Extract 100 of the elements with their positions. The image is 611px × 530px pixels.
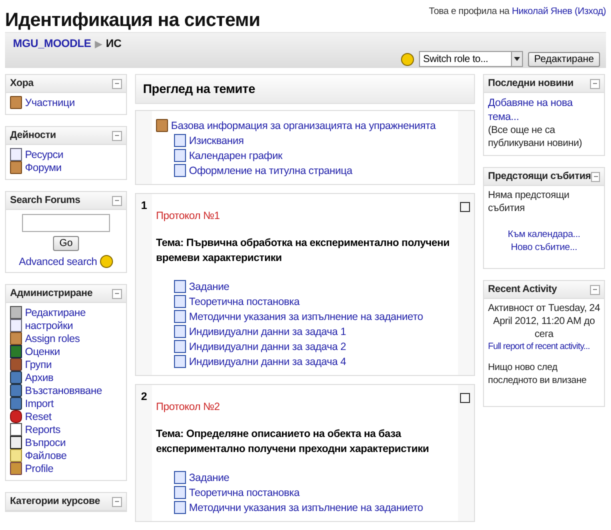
document-icon: [174, 501, 186, 514]
resource-link[interactable]: Оформление на титулна страница: [189, 164, 352, 176]
help-icon[interactable]: [401, 52, 414, 66]
advanced-search-link[interactable]: Advanced search: [18, 256, 98, 268]
sidebar-link[interactable]: Редактиране: [25, 306, 86, 318]
collapse-icon[interactable]: [112, 78, 122, 88]
resource-link[interactable]: Методични указания за изпълнение на заданието: [189, 502, 423, 514]
go-button[interactable]: Go: [53, 236, 79, 251]
event-link[interactable]: Към календара...: [488, 229, 600, 240]
block-title: Search Forums: [10, 195, 80, 206]
resource-link[interactable]: Календарен график: [189, 150, 282, 162]
sidebar-link[interactable]: Import: [25, 398, 54, 410]
resource-link[interactable]: Индивидуални данни за задача 2: [189, 340, 346, 352]
topic-description: Тема: Определяне описанието на обекта на база експериментално получени преходни характеристики: [156, 427, 430, 457]
topic-number: 2: [140, 390, 148, 405]
block-title: Дейности: [10, 130, 56, 141]
document-icon: [174, 355, 186, 368]
block-title: Категории курсове: [10, 496, 100, 507]
login-info: Това е профила на: [428, 6, 510, 17]
breadcrumb-current: ИС: [106, 38, 122, 50]
document-icon: [174, 310, 186, 323]
item-icon: [10, 462, 22, 475]
breadcrumb-separator: ▶: [95, 39, 102, 49]
document-icon: [174, 280, 186, 293]
activity-note: Нищо ново след последното ви влизане: [488, 361, 588, 387]
item-icon: [10, 161, 22, 174]
edit-button[interactable]: Редактиране: [528, 52, 600, 66]
collapse-icon[interactable]: [590, 284, 600, 294]
news-note: (Все още не са публикувани новини): [488, 124, 583, 150]
resource-link[interactable]: Задание: [189, 280, 230, 292]
collapse-icon[interactable]: [112, 288, 122, 298]
arrow-icon: [10, 410, 22, 423]
role-select[interactable]: Switch role to...: [419, 51, 524, 67]
folder-icon: [10, 449, 22, 462]
item-icon: [10, 148, 22, 161]
item-icon: [10, 319, 22, 332]
sidebar-link[interactable]: Ресурси: [25, 148, 64, 160]
add-topic-link[interactable]: Добавяне на нова тема...: [488, 96, 600, 124]
block-title: Последни новини: [488, 78, 574, 89]
block-title: Предстоящи събития: [488, 171, 591, 182]
item-icon: [10, 306, 22, 319]
chart-icon: [10, 423, 22, 436]
document-icon: [174, 134, 186, 147]
help-icon[interactable]: [100, 255, 114, 268]
block-title: Recent Activity: [488, 284, 557, 295]
item-icon: [10, 358, 22, 371]
sidebar-link[interactable]: Assign roles: [25, 332, 80, 344]
sidebar-link[interactable]: Групи: [25, 358, 52, 370]
collapse-icon[interactable]: [112, 196, 122, 206]
item-icon: [10, 371, 22, 384]
resource-link[interactable]: Теоретична постановка: [189, 486, 300, 498]
sidebar-link[interactable]: Форуми: [25, 162, 62, 174]
sidebar-link[interactable]: Файлове: [25, 450, 67, 462]
sidebar-link[interactable]: Възстановяване: [25, 384, 102, 396]
collapse-icon[interactable]: [590, 172, 600, 182]
collapse-icon[interactable]: [590, 78, 600, 88]
resource-link[interactable]: Индивидуални данни за задача 4: [189, 356, 346, 368]
collapse-icon[interactable]: [112, 130, 122, 140]
document-icon: [174, 164, 186, 177]
topic-number: 1: [140, 199, 148, 214]
sidebar-link[interactable]: Архив: [25, 372, 54, 384]
sidebar-link[interactable]: Profile: [25, 462, 54, 474]
block-title: Администриране: [10, 288, 92, 299]
event-link[interactable]: Ново събитие...: [488, 242, 600, 253]
section-heading: Преглед на темите: [135, 74, 475, 104]
block-title: Хора: [10, 78, 34, 89]
sidebar-link[interactable]: настройки: [25, 320, 73, 332]
resource-link[interactable]: Индивидуални данни за задача 1: [189, 326, 346, 338]
full-report-link[interactable]: Full report of recent activity...: [488, 341, 600, 351]
logout-link[interactable]: (Изход): [574, 6, 606, 17]
sidebar-link[interactable]: Reports: [25, 424, 60, 436]
dropdown-caret-icon[interactable]: [511, 52, 522, 66]
collapse-icon[interactable]: [112, 496, 122, 506]
item-icon: [10, 436, 22, 449]
resource-link[interactable]: Методични указания за изпълнение на заданието: [189, 310, 423, 322]
item-icon: [10, 96, 22, 109]
document-icon: [174, 295, 186, 308]
document-icon: [174, 340, 186, 353]
document-icon: [174, 325, 186, 338]
search-field[interactable]: [22, 214, 110, 232]
events-note: Няма предстоящи събития: [488, 189, 570, 215]
topic-description: Тема: Първична обработка на експериментално получени времеви характеристики: [156, 236, 451, 266]
item-icon: [10, 332, 22, 345]
item-icon: [10, 345, 22, 358]
sidebar-link[interactable]: Участници: [25, 96, 75, 108]
item-icon: [10, 397, 22, 410]
highlight-icon[interactable]: [460, 202, 470, 212]
activity-period: Активност от Tuesday, 24 April 2012, 11:20 AM до сега: [488, 302, 600, 341]
sidebar-link[interactable]: Въпроси: [25, 436, 66, 448]
highlight-icon[interactable]: [460, 393, 470, 403]
sidebar-link[interactable]: Оценки: [25, 346, 60, 358]
sidebar-link[interactable]: Reset: [25, 410, 52, 422]
document-icon: [174, 471, 186, 484]
user-link[interactable]: Николай Янев: [512, 6, 572, 17]
resource-link[interactable]: Теоретична постановка: [189, 296, 300, 308]
item-icon: [156, 119, 168, 132]
resource-link[interactable]: Задание: [189, 472, 230, 484]
breadcrumb-home[interactable]: MGU_MOODLE: [13, 38, 92, 50]
resource-link[interactable]: Базова информация за организацията на упражненията: [171, 120, 436, 132]
resource-link[interactable]: Изисквания: [189, 134, 244, 146]
